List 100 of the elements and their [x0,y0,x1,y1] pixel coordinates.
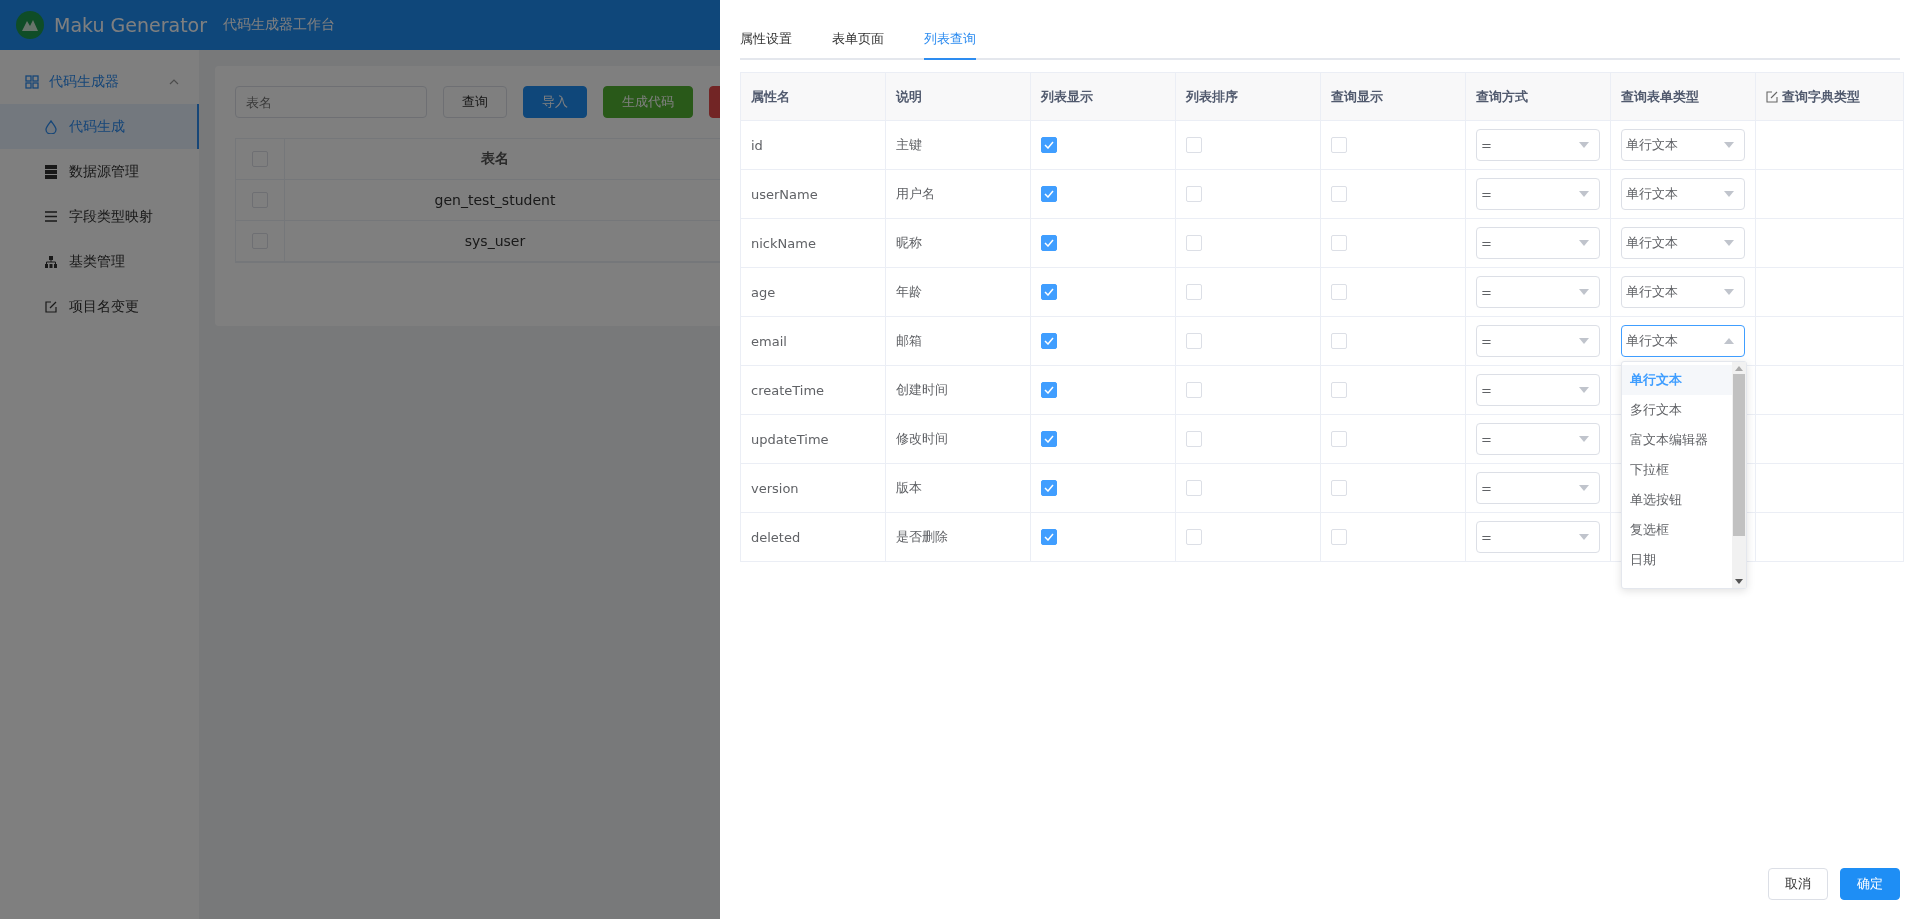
grid-icon [25,75,39,89]
column-header: 查询字典类型 [1782,87,1860,106]
dialog-button[interactable]: 确定 [1840,868,1900,900]
select-field[interactable]: = [1476,472,1600,504]
caret-icon [1579,485,1589,491]
search-field[interactable]: 表名 [235,86,427,118]
caret-icon [1724,289,1734,295]
scrollbar[interactable] [1732,362,1746,588]
table-cell: id [751,137,763,153]
hierarchy-icon [45,255,57,268]
caret-icon [1579,338,1589,344]
table-cell: 版本 [896,479,922,497]
caret-icon [1724,338,1734,344]
dropdown-option[interactable]: 富文本编辑器 [1622,425,1732,455]
table-cell: 用户名 [896,185,935,203]
edit-icon [1766,90,1778,103]
checkbox[interactable] [1041,186,1057,202]
menu-group-label: 代码生成器 [49,73,120,91]
dropdown-option[interactable]: 日期 [1622,545,1732,575]
table-cell: 昵称 [896,234,922,252]
table-cell-text: gen_test_student [433,191,557,210]
caret-icon [1724,191,1734,197]
table-cell: 创建时间 [896,381,948,399]
select-field[interactable]: 单行文本 [1621,178,1745,210]
table-cell: createTime [751,382,825,398]
checkbox[interactable] [1041,431,1057,447]
select-field[interactable]: 单行文本 [1621,227,1745,259]
select-field[interactable]: = [1476,325,1600,357]
select-field[interactable]: = [1476,178,1600,210]
app-subtitle: 代码生成器工作台 [223,16,336,34]
toolbar-button[interactable]: 查询 [443,86,507,118]
checkbox[interactable] [1041,137,1057,153]
sidebar-item[interactable]: 基类管理 [0,239,199,284]
scroll-down-icon[interactable] [1735,579,1743,584]
select-field[interactable]: 单行文本 [1621,276,1745,308]
select-field[interactable]: 单行文本 [1621,129,1745,161]
dropdown-option[interactable]: 多行文本 [1622,395,1732,425]
select-field[interactable]: = [1476,374,1600,406]
column-header: 列表显示 [1041,87,1093,106]
check-icon [1044,484,1054,492]
drop-icon [45,119,57,134]
edit-icon [45,300,57,313]
sidebar-item[interactable]: 项目名变更 [0,284,199,329]
dropdown-option[interactable]: 单选按钮 [1622,485,1732,515]
logo-icon [16,11,44,39]
tab[interactable]: 列表查询 [924,24,976,60]
table-cell: 邮箱 [896,332,922,350]
check-icon [1044,288,1054,296]
select-field[interactable]: = [1476,129,1600,161]
check-icon [1044,386,1054,394]
scroll-up-icon[interactable] [1735,366,1743,371]
checkbox[interactable] [1041,529,1057,545]
table-cell: deleted [751,529,801,545]
caret-icon [1724,142,1734,148]
check-icon [1044,533,1054,541]
select-field[interactable]: 单行文本 [1621,325,1745,357]
table-cell: email [751,333,787,349]
list-icon [45,211,57,222]
caret-icon [1579,191,1589,197]
checkbox[interactable] [1041,480,1057,496]
column-header: 查询表单类型 [1621,87,1699,106]
select-field[interactable]: = [1476,227,1600,259]
tab[interactable]: 表单页面 [832,24,884,60]
table-cell: 年龄 [896,283,922,301]
table-cell: userName [751,186,818,202]
table-cell: 修改时间 [896,430,948,448]
table-cell: version [751,480,799,496]
dialog-button[interactable]: 取消 [1768,868,1828,900]
dropdown-option[interactable]: 复选框 [1622,515,1732,545]
tab[interactable]: 属性设置 [740,24,792,60]
column-header: 列表排序 [1186,87,1238,106]
chevron-icon [169,79,179,85]
table-cell: age [751,284,776,300]
column-header: 属性名 [751,87,790,106]
caret-icon [1579,387,1589,393]
checkbox[interactable] [1041,333,1057,349]
column-header: 说明 [896,87,922,106]
caret-icon [1579,289,1589,295]
dropdown-option[interactable]: 下拉框 [1622,455,1732,485]
sidebar-item[interactable]: 字段类型映射 [0,194,199,239]
caret-icon [1579,534,1589,540]
select-field[interactable]: = [1476,423,1600,455]
sidebar-item[interactable]: 数据源管理 [0,149,199,194]
select-field[interactable]: = [1476,521,1600,553]
caret-icon [1579,142,1589,148]
table-cell: nickName [751,235,816,251]
check-icon [1044,239,1054,247]
check-icon [1044,337,1054,345]
table-cell: 主键 [896,136,922,154]
check-icon [1044,190,1054,198]
checkbox[interactable] [1041,382,1057,398]
caret-icon [1724,240,1734,246]
column-header: 查询显示 [1331,87,1383,106]
checkbox[interactable] [1041,284,1057,300]
select-field[interactable]: = [1476,276,1600,308]
checkbox[interactable] [1041,235,1057,251]
table-cell-text: sys_user [463,232,527,251]
check-icon [1044,435,1054,443]
column-header: 查询方式 [1476,87,1528,106]
caret-icon [1579,436,1589,442]
